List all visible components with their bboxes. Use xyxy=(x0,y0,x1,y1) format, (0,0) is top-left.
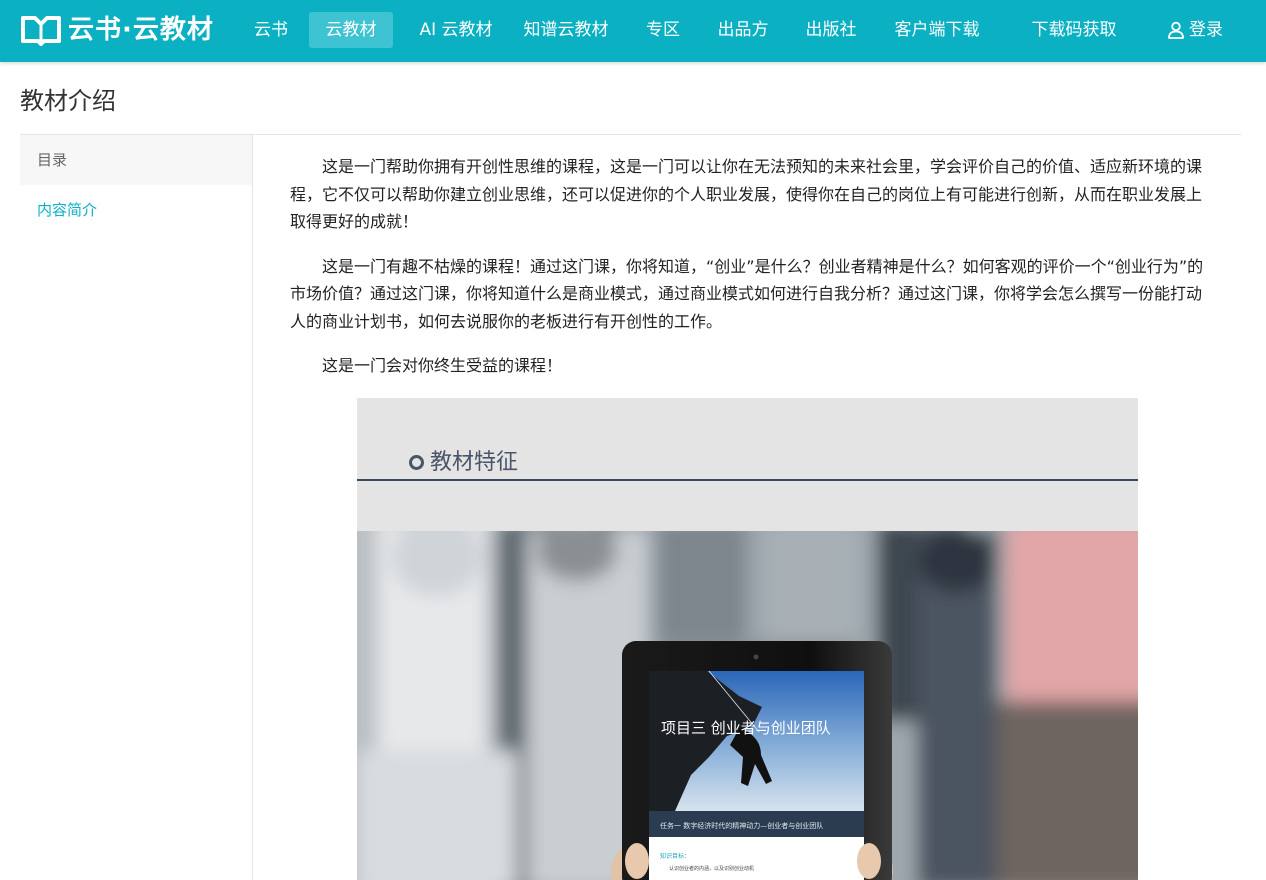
nav-download-code[interactable]: 下载码获取 xyxy=(1024,12,1124,48)
nav-zhuanqu[interactable]: 专区 xyxy=(640,12,686,48)
feature-section-title-text: 教材特征 xyxy=(430,450,519,475)
tablet-chapter-title: 项目三 创业者与创业团队 xyxy=(661,719,831,737)
intro-paragraph: 这是一门帮助你拥有开创性思维的课程，这是一门可以让你在无法预知的未来社会里，学会… xyxy=(290,157,1203,231)
user-icon xyxy=(1168,21,1184,39)
intro-paragraph: 这是一门会对你终生受益的课程！ xyxy=(322,356,563,375)
brand-logo[interactable]: 云书·云教材 xyxy=(20,12,214,48)
ring-bullet-icon xyxy=(409,455,424,470)
tablet-task-title: 任务一 数字经济时代的精神动力—创业者与创业团队 xyxy=(660,822,824,830)
toc-item-content-intro[interactable]: 内容简介 xyxy=(20,185,252,235)
feature-image: 教材特征 项目三 创业者与创业团队 任务一 数字经济时代的精神动力—创业者与创业… xyxy=(357,398,1138,880)
tablet-goal-heading: 知识目标： xyxy=(660,853,691,860)
nav-client-download[interactable]: 客户端下载 xyxy=(887,12,987,48)
intro-content: 这是一门帮助你拥有开创性思维的课程，这是一门可以让你在无法预知的未来社会里，学会… xyxy=(290,153,1208,397)
page-title: 教材介绍 xyxy=(20,87,116,115)
nav-yunshu[interactable]: 云书 xyxy=(247,12,295,48)
nav-yunjiaocai[interactable]: 云教材 xyxy=(309,12,393,48)
nav-chubanshe[interactable]: 出版社 xyxy=(799,12,863,48)
nav-ai-yunjiaocai[interactable]: AI 云教材 xyxy=(407,12,505,48)
top-navbar: 云书·云教材 云书 云教材 AI 云教材 知谱云教材 专区 出品方 出版社 客户… xyxy=(0,0,1266,62)
brand-name: 云书·云教材 xyxy=(68,15,214,45)
toc-sidebar: 目录 内容简介 xyxy=(20,135,253,880)
feature-title-rule xyxy=(357,479,1138,481)
nav-chupinfang[interactable]: 出品方 xyxy=(711,12,775,48)
nav-zhipu-yunjiaocai[interactable]: 知谱云教材 xyxy=(517,12,615,48)
login-button[interactable]: 登录 xyxy=(1167,12,1223,48)
intro-paragraph: 这是一门有趣不枯燥的课程！通过这门课，你将知道，“创业”是什么？创业者精神是什么… xyxy=(290,256,1204,331)
feature-header-band: 教材特征 xyxy=(357,398,1138,531)
toc-header: 目录 xyxy=(20,135,252,185)
book-logo-icon xyxy=(21,16,61,46)
tablet-goal-item: 认识创业者的内涵，以及识别创业动机 xyxy=(669,866,755,872)
login-label: 登录 xyxy=(1189,20,1223,40)
feature-section-title: 教材特征 xyxy=(409,448,518,478)
